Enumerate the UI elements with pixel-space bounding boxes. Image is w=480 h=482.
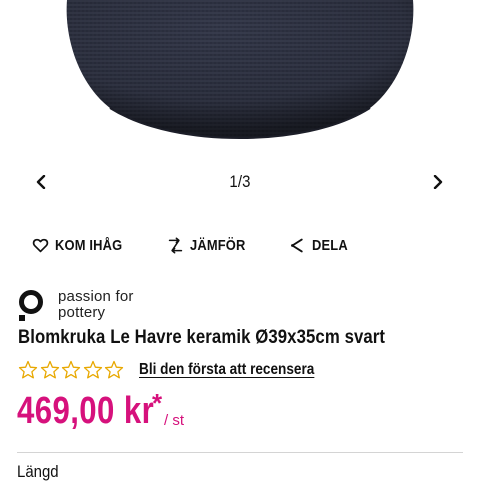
star-icon	[61, 360, 81, 379]
share-icon	[290, 238, 303, 253]
write-review-link[interactable]: Bli den första att recensera	[139, 361, 314, 379]
brand-line-1: passion for	[58, 288, 134, 305]
product-price: 469,00 kr * / st	[17, 388, 185, 433]
chevron-right-icon	[433, 175, 443, 189]
share-label: DELA	[311, 237, 348, 254]
compare-label: JÄMFÖR	[190, 237, 246, 254]
price-asterisk: *	[152, 388, 163, 418]
compare-button[interactable]: JÄMFÖR	[167, 237, 255, 254]
next-image-button[interactable]	[426, 170, 450, 194]
length-section-label: Längd	[17, 462, 59, 481]
brand-mark-icon	[19, 290, 43, 321]
product-title: Blomkruka Le Havre keramik Ø39x35cm svar…	[18, 326, 386, 348]
star-icon	[83, 360, 102, 379]
share-button[interactable]: DELA	[289, 237, 354, 254]
star-icon	[18, 360, 38, 379]
heart-icon	[32, 238, 49, 253]
star-icon	[40, 360, 59, 379]
section-divider	[17, 452, 463, 453]
product-image-gallery[interactable]: 1/3	[0, 0, 480, 220]
brand-line-2: pottery	[58, 304, 106, 321]
product-rating: Bli den första att recensera	[18, 360, 345, 380]
product-image	[66, 0, 414, 140]
price-value: 469,00 kr	[17, 390, 155, 432]
remember-button[interactable]: KOM IHÅG	[32, 237, 133, 254]
image-counter: 1/3	[229, 172, 251, 191]
remember-label: KOM IHÅG	[55, 237, 123, 254]
brand-name: passion for pottery	[58, 289, 134, 321]
rating-stars[interactable]	[18, 360, 126, 380]
price-unit: / st	[164, 412, 185, 429]
star-icon	[104, 360, 124, 379]
product-actions: KOM IHÅG JÄMFÖR DELA	[32, 237, 387, 254]
compare-arrows-icon	[169, 237, 183, 254]
brand-logo[interactable]: passion for pottery	[18, 289, 134, 323]
